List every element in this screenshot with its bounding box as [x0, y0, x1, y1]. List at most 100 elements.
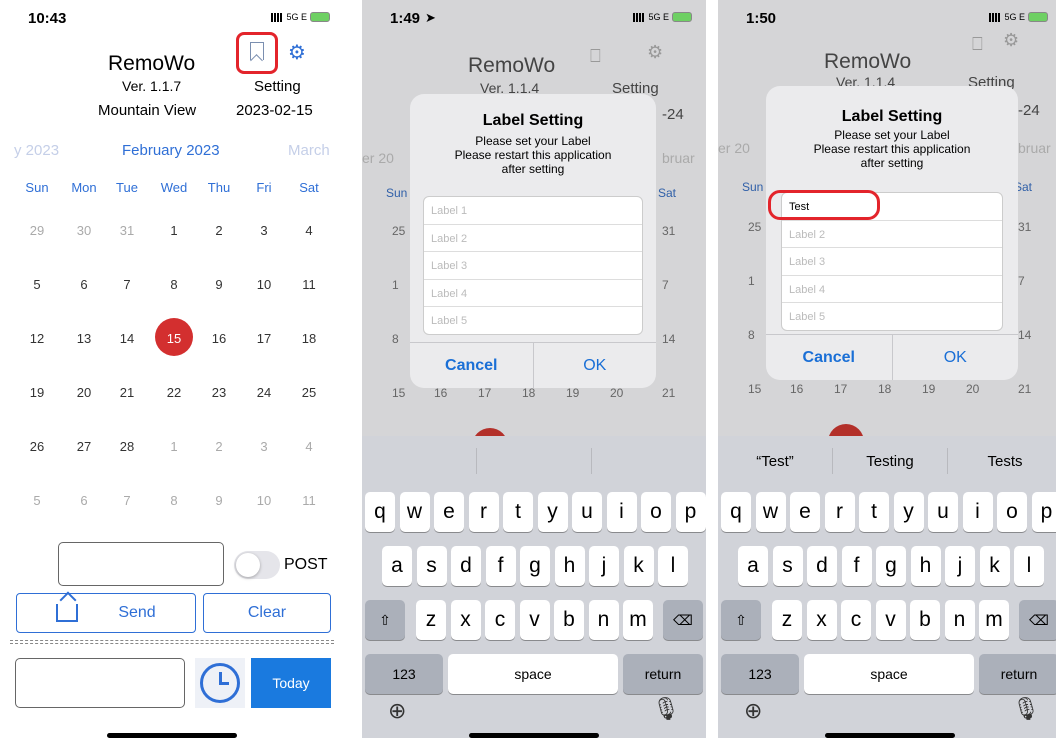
calendar-day[interactable]: 18: [294, 331, 324, 346]
key-t[interactable]: t: [859, 492, 889, 532]
calendar-day[interactable]: 31: [112, 223, 142, 238]
space-key[interactable]: space: [448, 654, 618, 694]
calendar-day[interactable]: 29: [22, 223, 52, 238]
calendar-day[interactable]: 19: [22, 385, 52, 400]
calendar-day[interactable]: 23: [204, 385, 234, 400]
calendar-day[interactable]: 1: [159, 223, 189, 238]
label-3-field[interactable]: Label 3: [782, 248, 1002, 276]
suggestion-slot[interactable]: [477, 448, 592, 474]
key-p[interactable]: p: [1031, 492, 1056, 532]
key-z[interactable]: z: [772, 600, 802, 640]
clear-button[interactable]: Clear: [203, 593, 331, 633]
calendar-day[interactable]: 5: [22, 493, 52, 508]
backspace-icon[interactable]: ⌫: [1019, 600, 1056, 640]
label-2-field[interactable]: Label 2: [424, 225, 642, 252]
microphone-icon[interactable]: 🎙: [1012, 696, 1040, 722]
key-h[interactable]: h: [910, 546, 941, 586]
calendar-day[interactable]: 14: [112, 331, 142, 346]
key-g[interactable]: g: [876, 546, 906, 586]
key-y[interactable]: y: [537, 492, 568, 532]
key-b[interactable]: b: [910, 600, 940, 640]
calendar-day[interactable]: 24: [249, 385, 279, 400]
numbers-key[interactable]: 123: [721, 654, 799, 694]
key-j[interactable]: j: [589, 546, 619, 586]
calendar-day[interactable]: 3: [249, 439, 279, 454]
calendar-day[interactable]: 1: [159, 439, 189, 454]
calendar-day[interactable]: 11: [294, 493, 324, 508]
key-a[interactable]: a: [738, 546, 768, 586]
return-key[interactable]: return: [979, 654, 1056, 694]
suggestion-3[interactable]: Tests: [948, 448, 1056, 474]
calendar-day[interactable]: 15: [159, 331, 189, 346]
calendar-day[interactable]: 9: [204, 277, 234, 292]
key-h[interactable]: h: [554, 546, 585, 586]
ok-button[interactable]: OK: [893, 335, 1019, 380]
gear-icon[interactable]: ⚙: [288, 40, 306, 65]
key-r[interactable]: r: [824, 492, 855, 532]
key-z[interactable]: z: [416, 600, 446, 640]
calendar-day[interactable]: 6: [69, 493, 99, 508]
calendar-day[interactable]: 28: [112, 439, 142, 454]
time-input[interactable]: [15, 658, 185, 708]
suggestion-slot[interactable]: [592, 448, 706, 474]
suggestion-2[interactable]: Testing: [833, 448, 948, 474]
key-d[interactable]: d: [807, 546, 837, 586]
key-o[interactable]: o: [641, 492, 671, 532]
label-input[interactable]: [58, 542, 224, 586]
key-s[interactable]: s: [772, 546, 803, 586]
key-o[interactable]: o: [997, 492, 1027, 532]
calendar-day[interactable]: 6: [69, 277, 99, 292]
key-v[interactable]: v: [875, 600, 906, 640]
key-k[interactable]: k: [623, 546, 654, 586]
calendar-day[interactable]: 8: [159, 493, 189, 508]
calendar-day[interactable]: 8: [159, 277, 189, 292]
label-4-field[interactable]: Label 4: [424, 280, 642, 307]
calendar-day[interactable]: 10: [249, 277, 279, 292]
month-prev[interactable]: y 2023: [14, 142, 59, 159]
globe-icon[interactable]: ⊕: [744, 698, 762, 724]
month-next[interactable]: March: [288, 142, 330, 159]
key-w[interactable]: w: [399, 492, 430, 532]
calendar-day[interactable]: 21: [112, 385, 142, 400]
suggestion-1[interactable]: “Test”: [718, 448, 833, 474]
calendar-day[interactable]: 13: [69, 331, 99, 346]
label-1-field[interactable]: Label 1: [424, 197, 642, 225]
key-g[interactable]: g: [520, 546, 550, 586]
calendar-day[interactable]: 22: [159, 385, 189, 400]
key-c[interactable]: c: [485, 600, 515, 640]
calendar-day[interactable]: 30: [69, 223, 99, 238]
calendar-day[interactable]: 10: [249, 493, 279, 508]
calendar-day[interactable]: 3: [249, 223, 279, 238]
post-toggle[interactable]: [234, 551, 280, 579]
key-c[interactable]: c: [841, 600, 871, 640]
key-k[interactable]: k: [979, 546, 1010, 586]
key-n[interactable]: n: [588, 600, 619, 640]
calendar-day[interactable]: 16: [204, 331, 234, 346]
key-v[interactable]: v: [519, 600, 550, 640]
calendar-day[interactable]: 4: [294, 439, 324, 454]
calendar-day[interactable]: 11: [294, 277, 324, 292]
key-w[interactable]: w: [755, 492, 786, 532]
calendar-day[interactable]: 2: [204, 439, 234, 454]
calendar-day[interactable]: 7: [112, 277, 142, 292]
calendar-day[interactable]: 7: [112, 493, 142, 508]
key-s[interactable]: s: [416, 546, 447, 586]
key-q[interactable]: q: [365, 492, 395, 532]
backspace-icon[interactable]: ⌫: [663, 600, 703, 640]
key-f[interactable]: f: [841, 546, 872, 586]
key-l[interactable]: l: [1014, 546, 1044, 586]
numbers-key[interactable]: 123: [365, 654, 443, 694]
key-b[interactable]: b: [554, 600, 584, 640]
today-button[interactable]: Today: [251, 658, 331, 708]
calendar-day[interactable]: 27: [69, 439, 99, 454]
space-key[interactable]: space: [804, 654, 974, 694]
key-d[interactable]: d: [451, 546, 481, 586]
calendar-day[interactable]: 25: [294, 385, 324, 400]
key-x[interactable]: x: [450, 600, 481, 640]
cancel-button[interactable]: Cancel: [766, 335, 893, 380]
calendar-day[interactable]: 4: [294, 223, 324, 238]
key-q[interactable]: q: [721, 492, 751, 532]
key-i[interactable]: i: [962, 492, 993, 532]
label-3-field[interactable]: Label 3: [424, 252, 642, 280]
key-m[interactable]: m: [979, 600, 1009, 640]
